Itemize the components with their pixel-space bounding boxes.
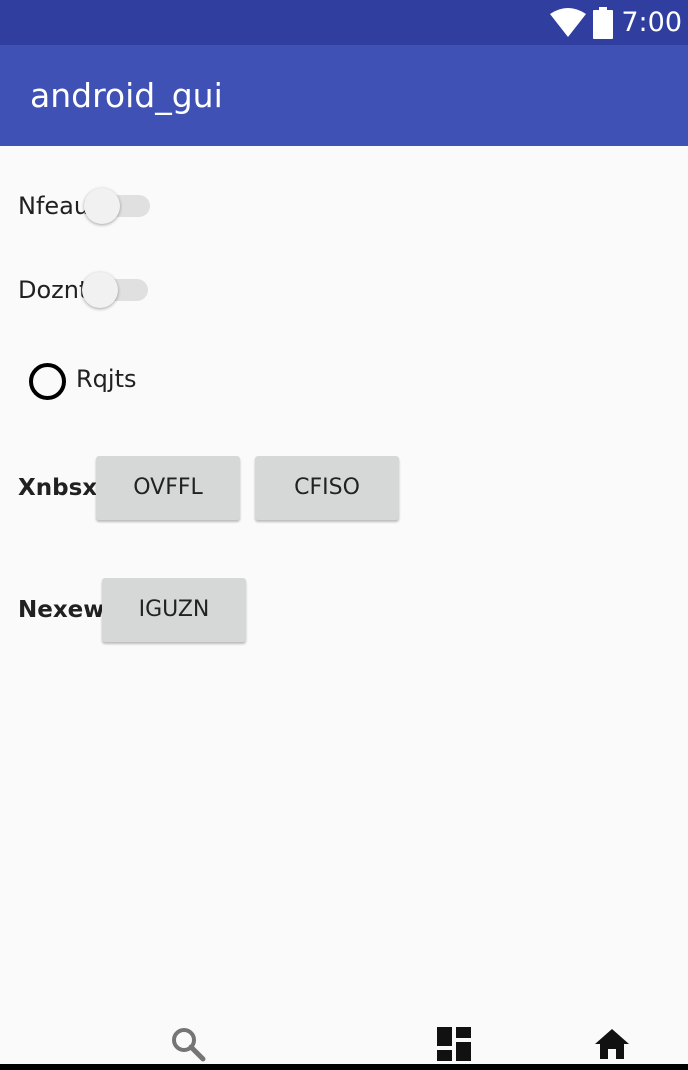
iguzn-button[interactable]: IGUZN [102,578,246,642]
home-icon[interactable] [594,1028,630,1060]
switch-label-nfeau: Nfeau [18,192,90,220]
switch-doznt[interactable] [82,269,150,311]
bottom-nav [0,1000,688,1070]
status-time: 7:00 [621,7,682,38]
status-bar: 7:00 [0,0,688,45]
app-bar: android_gui [0,45,688,146]
cfiso-button[interactable]: CFISO [255,456,399,520]
button-row-label-nexew: Nexew [18,597,105,623]
dashboard-icon[interactable] [437,1027,471,1061]
radio-label-rqjts[interactable]: Rqjts [76,362,137,396]
switch-nfeau[interactable] [84,185,152,227]
switch-label-doznt: Doznt [18,276,89,304]
radio-rqjts[interactable] [29,363,66,400]
search-icon[interactable] [170,1026,206,1062]
status-icons: 7:00 [549,0,682,45]
battery-icon [593,6,614,39]
wifi-icon [550,7,587,37]
ovffl-button[interactable]: OVFFL [96,456,240,520]
switch-thumb [84,188,120,224]
switch-thumb [82,272,118,308]
button-row-label-xnbsx: Xnbsx [18,475,98,501]
app-title: android_gui [30,76,223,115]
nav-bottom-edge [0,1064,688,1070]
